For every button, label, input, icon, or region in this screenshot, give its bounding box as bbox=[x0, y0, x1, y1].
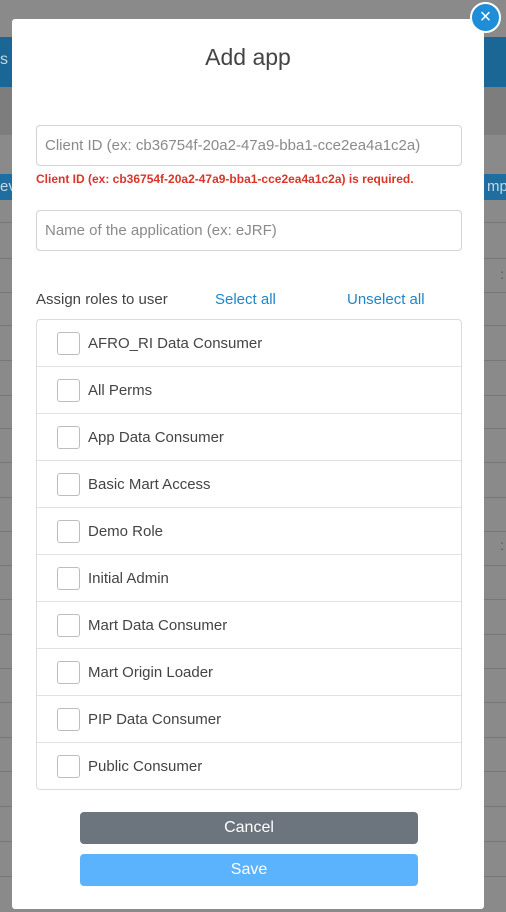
background-row-divider bbox=[0, 565, 12, 566]
background-row-divider bbox=[0, 668, 12, 669]
role-checkbox[interactable] bbox=[57, 331, 80, 355]
select-all-link[interactable]: Select all bbox=[215, 291, 276, 308]
role-label: Public Consumer bbox=[88, 758, 203, 775]
background-row-divider bbox=[0, 258, 12, 259]
role-label: Demo Role bbox=[88, 522, 164, 540]
save-button[interactable]: Save bbox=[80, 854, 418, 886]
add-app-modal: Add app Client ID (ex: cb36754f-20a2-47a… bbox=[12, 19, 484, 909]
background-row-divider bbox=[484, 360, 506, 361]
background-row-glyph: : bbox=[500, 266, 504, 282]
role-item[interactable]: Public Consumer bbox=[37, 743, 461, 789]
role-label: PIP Data Consumer bbox=[88, 710, 222, 728]
role-checkbox[interactable] bbox=[57, 425, 80, 449]
background-row-divider bbox=[484, 531, 506, 532]
role-label: Mart Origin Loader bbox=[88, 663, 214, 681]
background-row-divider bbox=[0, 292, 12, 293]
background-row-divider bbox=[484, 565, 506, 566]
background-row-divider bbox=[0, 222, 12, 223]
role-item[interactable]: Demo Role bbox=[37, 508, 461, 555]
background-row-divider bbox=[484, 599, 506, 600]
background-row-divider bbox=[0, 841, 12, 842]
background-navbar-text: s bbox=[0, 51, 8, 68]
background-row-divider bbox=[0, 325, 12, 326]
background-row-divider bbox=[484, 325, 506, 326]
background-row-divider bbox=[484, 258, 506, 259]
role-label: AFRO_RI Data Consumer bbox=[88, 334, 263, 352]
background-row-divider bbox=[0, 531, 12, 532]
background-row-divider bbox=[484, 771, 506, 772]
background-row-divider bbox=[0, 771, 12, 772]
background-row-divider bbox=[484, 497, 506, 498]
background-table-header-right: mp bbox=[484, 174, 506, 200]
role-checkbox[interactable] bbox=[57, 519, 80, 543]
background-row-divider bbox=[0, 360, 12, 361]
role-item[interactable]: App Data Consumer bbox=[37, 414, 461, 461]
background-row-divider bbox=[0, 395, 12, 396]
background-row-divider bbox=[484, 668, 506, 669]
background-row-divider bbox=[484, 634, 506, 635]
background-row-divider bbox=[0, 737, 12, 738]
background-row-glyph: : bbox=[500, 537, 504, 553]
background-row-divider bbox=[0, 634, 12, 635]
role-checkbox[interactable] bbox=[57, 660, 80, 684]
role-label: Initial Admin bbox=[88, 569, 169, 587]
role-checkbox[interactable] bbox=[57, 613, 80, 637]
role-checkbox[interactable] bbox=[57, 472, 80, 496]
background-row-divider bbox=[484, 876, 506, 877]
close-icon: × bbox=[479, 6, 492, 28]
background-row-divider bbox=[484, 702, 506, 703]
background-row-divider bbox=[484, 222, 506, 223]
background-row-divider bbox=[0, 428, 12, 429]
role-label: All Perms bbox=[88, 381, 153, 399]
role-label: Basic Mart Access bbox=[88, 475, 211, 493]
role-item[interactable]: Initial Admin bbox=[37, 555, 461, 602]
background-row-divider bbox=[0, 599, 12, 600]
background-row-divider bbox=[0, 876, 12, 877]
cancel-button[interactable]: Cancel bbox=[80, 812, 418, 844]
background-row-divider bbox=[0, 702, 12, 703]
close-modal-button[interactable]: × bbox=[470, 2, 501, 33]
background-row-divider bbox=[484, 806, 506, 807]
app-name-input[interactable] bbox=[36, 210, 462, 251]
background-row-divider bbox=[0, 806, 12, 807]
role-item[interactable]: PIP Data Consumer bbox=[37, 696, 461, 743]
role-item[interactable]: Mart Data Consumer bbox=[37, 602, 461, 649]
role-label: Mart Data Consumer bbox=[88, 616, 228, 634]
background-row-divider bbox=[484, 737, 506, 738]
roles-label: Assign roles to user bbox=[36, 291, 168, 308]
modal-title: Add app bbox=[205, 44, 291, 70]
role-item[interactable]: Basic Mart Access bbox=[37, 461, 461, 508]
background-row-divider bbox=[484, 395, 506, 396]
role-checkbox[interactable] bbox=[57, 707, 80, 731]
client-id-error: Client ID (ex: cb36754f-20a2-47a9-bba1-c… bbox=[36, 172, 414, 186]
unselect-all-link[interactable]: Unselect all bbox=[347, 291, 425, 308]
background-row-divider bbox=[0, 497, 12, 498]
background-row-divider bbox=[484, 841, 506, 842]
role-checkbox[interactable] bbox=[57, 566, 80, 590]
client-id-input[interactable] bbox=[36, 125, 462, 166]
background-table-header-left: ev bbox=[0, 174, 12, 200]
role-item[interactable]: Mart Origin Loader bbox=[37, 649, 461, 696]
role-item[interactable]: All Perms bbox=[37, 367, 461, 414]
background-row-divider bbox=[484, 462, 506, 463]
background-row-divider bbox=[484, 292, 506, 293]
role-item[interactable]: AFRO_RI Data Consumer bbox=[37, 320, 461, 367]
role-label: App Data Consumer bbox=[88, 428, 224, 446]
role-checkbox[interactable] bbox=[57, 755, 80, 778]
background-row-divider bbox=[484, 428, 506, 429]
background-row-divider bbox=[0, 462, 12, 463]
roles-list: AFRO_RI Data Consumer All Perms App Data… bbox=[36, 319, 462, 790]
role-checkbox[interactable] bbox=[57, 378, 80, 402]
